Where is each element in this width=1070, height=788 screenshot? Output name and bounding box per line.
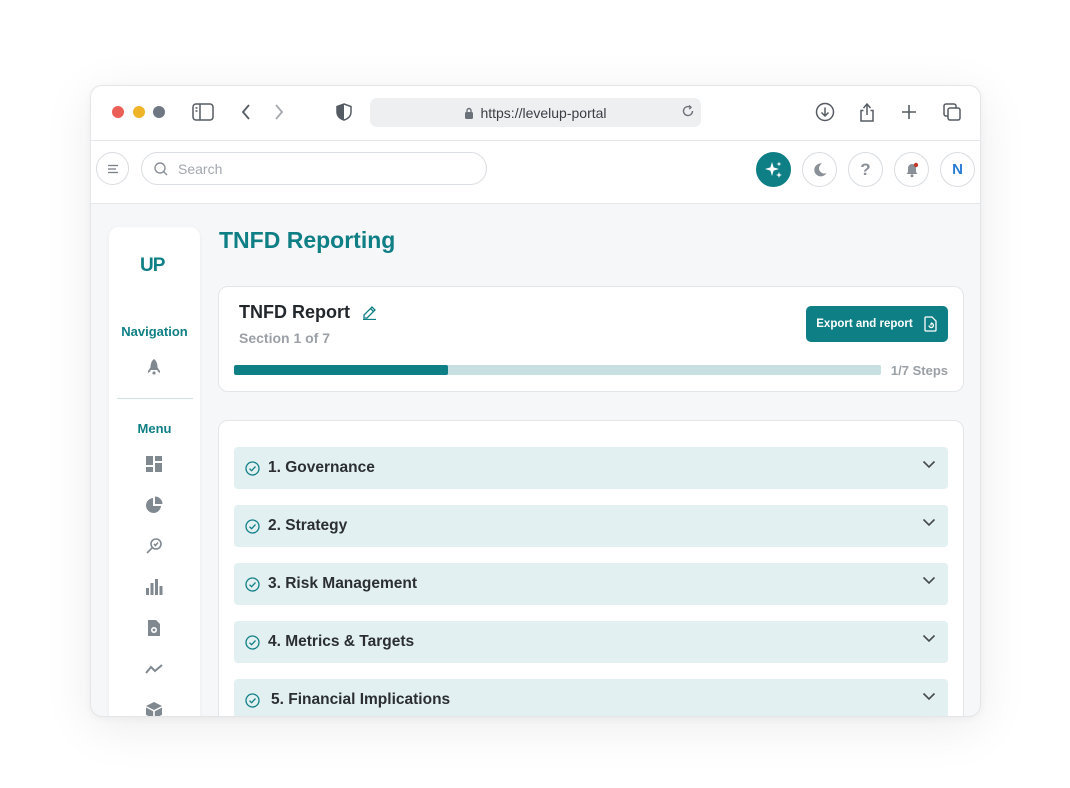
url-text: https://levelup-portal [480,104,607,121]
sidebar: UP Navigation Menu [109,227,200,716]
navigation-heading: Navigation [121,324,188,339]
section-row-strategy[interactable]: 2. Strategy [234,505,948,547]
search-input[interactable] [176,159,460,178]
help-button[interactable]: ? [848,152,883,187]
pie-chart-icon[interactable] [144,495,164,515]
export-button-label: Export and report [816,318,913,330]
ai-assistant-button[interactable] [756,152,791,187]
check-circle-icon [245,634,260,650]
user-avatar[interactable]: N [940,152,975,187]
hamburger-icon [107,164,119,174]
chevron-down-icon[interactable] [922,518,936,527]
section-label: 4. Metrics & Targets [268,633,415,650]
sidebar-divider [117,398,193,399]
progress-bar [234,365,881,375]
rocket-icon[interactable] [144,357,164,377]
document-report-icon[interactable] [144,618,164,638]
chevron-down-icon[interactable] [922,634,936,643]
bell-icon [904,162,920,178]
sidebar-toggle-icon[interactable] [191,100,215,124]
check-circle-icon [245,576,260,592]
browser-window: https://levelup-portal Search ? N UP Nav… [90,85,981,717]
app-header: ? N [91,141,980,204]
progress-steps-label: 1/7 Steps [890,363,948,378]
section-row-governance[interactable]: 1. Governance [234,447,948,489]
close-window-button[interactable] [112,106,124,118]
export-report-button[interactable]: Export and report [806,306,948,342]
trend-icon[interactable] [144,659,164,679]
avatar-initial: N [952,161,963,178]
dark-mode-button[interactable] [802,152,837,187]
progress-fill [234,365,448,375]
section-row-financial-implications[interactable]: 5. Financial Implications [234,679,948,716]
reload-icon[interactable] [681,104,695,118]
report-card: TNFD Report Section 1 of 7 Export and re… [218,286,964,392]
address-bar[interactable]: https://levelup-portal [370,98,701,127]
browser-toolbar: https://levelup-portal [91,86,980,141]
maximize-window-button[interactable] [153,106,165,118]
page-title: TNFD Reporting [219,227,396,253]
dashboard-icon[interactable] [144,454,164,474]
section-label: 3. Risk Management [268,575,418,592]
section-indicator: Section 1 of 7 [239,330,331,346]
menu-toggle-button[interactable] [96,152,129,185]
export-file-icon [923,316,938,332]
check-circle-icon [245,460,260,476]
minimize-window-button[interactable] [133,106,145,118]
check-circle-icon [245,692,260,708]
tabs-overview-icon[interactable] [940,100,964,124]
search-box[interactable] [141,152,487,185]
package-icon[interactable] [144,700,164,716]
back-icon[interactable] [234,100,258,124]
download-icon[interactable] [813,100,837,124]
shield-icon[interactable] [332,100,356,124]
moon-icon [812,162,828,178]
search-insights-icon[interactable] [144,536,164,556]
question-mark-icon: ? [860,159,871,179]
section-row-risk-management[interactable]: 3. Risk Management [234,563,948,605]
logo[interactable]: UP [140,255,165,277]
notifications-button[interactable] [894,152,929,187]
logo-text: UP [140,255,165,276]
menu-heading: Menu [137,421,172,436]
check-circle-icon [245,518,260,534]
section-label: 1. Governance [268,459,375,476]
report-title: TNFD Report [239,302,350,322]
search-icon [154,161,168,176]
forward-icon[interactable] [267,100,291,124]
bar-chart-icon[interactable] [144,577,164,597]
section-label: 2. Strategy [268,517,348,534]
section-row-metrics-targets[interactable]: 4. Metrics & Targets [234,621,948,663]
sparkles-icon [764,160,784,180]
report-title-row: TNFD Report [239,302,377,323]
new-tab-icon[interactable] [897,100,921,124]
chevron-down-icon[interactable] [922,576,936,585]
lock-icon [464,107,474,119]
chevron-down-icon[interactable] [922,692,936,701]
edit-pencil-icon[interactable] [362,305,377,320]
chevron-down-icon[interactable] [922,460,936,469]
sections-card: 1. Governance 2. Strategy 3. Risk Manage… [218,420,964,716]
share-icon[interactable] [855,100,879,124]
section-label: 5. Financial Implications [271,691,451,708]
